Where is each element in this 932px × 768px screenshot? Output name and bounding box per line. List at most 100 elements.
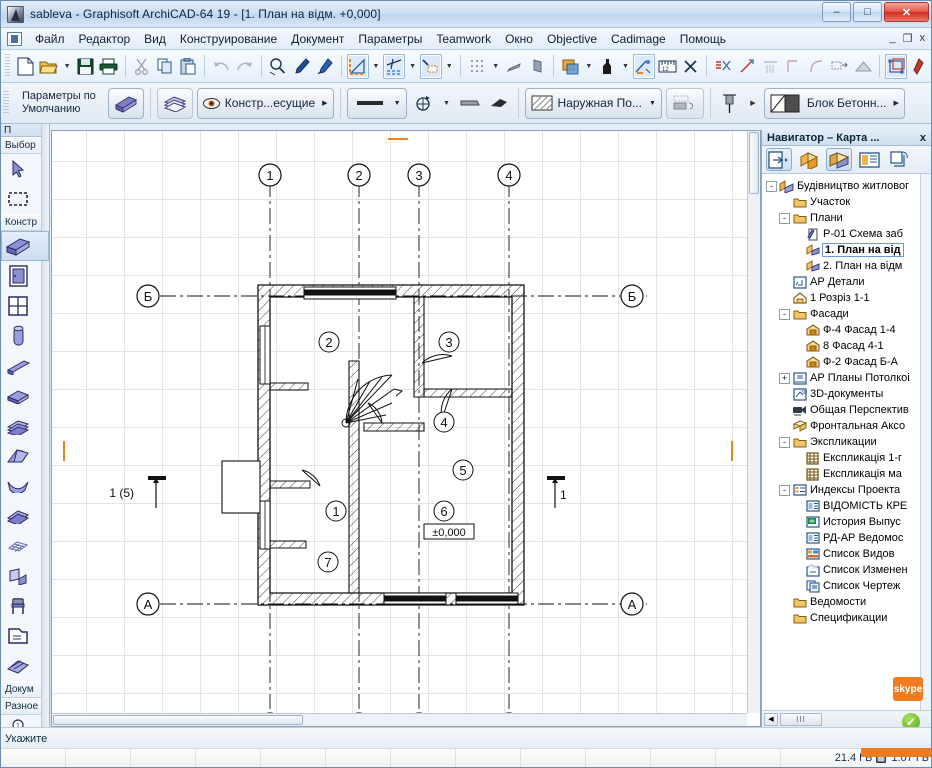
layers-icon[interactable]	[559, 54, 581, 79]
navigator-hscroll-left-arrow[interactable]: ◀	[764, 712, 778, 726]
layout-book-icon[interactable]	[856, 148, 882, 171]
profile-icon-button[interactable]	[665, 87, 704, 119]
magic-wand-dropdown-arrow[interactable]: ▼	[443, 54, 455, 79]
navigator-tree-item[interactable]: + АР Планы Потолкоі	[766, 370, 931, 386]
navigator-tree-item[interactable]: 1 Розріз 1-1	[766, 290, 931, 306]
tool-morph[interactable]	[1, 501, 49, 531]
mesh-points-icon[interactable]	[466, 54, 488, 79]
doc-restore-button[interactable]: ❐	[903, 32, 913, 45]
navigator-options-icon[interactable]	[766, 148, 792, 171]
tool-object[interactable]	[1, 591, 49, 621]
navigator-tree-item[interactable]: - Экспликации	[766, 434, 931, 450]
inject-parameters-icon[interactable]	[313, 54, 335, 79]
navigator-tree-item[interactable]: Ф-4 Фасад 1-4	[766, 322, 931, 338]
navigator-tree-item[interactable]: 1. План на від	[766, 242, 931, 258]
adjust-icon[interactable]	[759, 54, 781, 79]
split-icon[interactable]	[736, 54, 758, 79]
doc-close-button[interactable]: x	[920, 32, 926, 45]
tool-column[interactable]	[1, 321, 49, 351]
menu-item-file[interactable]: Файл	[28, 30, 72, 48]
menu-item-options[interactable]: Параметры	[351, 30, 429, 48]
navigator-tree-item[interactable]: Спецификации	[766, 610, 931, 626]
layer-selector-button[interactable]: Констр...есущие ▶	[196, 87, 334, 119]
renovation-filter-icon[interactable]	[632, 53, 655, 79]
pen-set-icon[interactable]	[596, 54, 618, 79]
navigator-tree-item[interactable]: Експликація 1-г	[766, 450, 931, 466]
menu-item-window[interactable]: Окно	[498, 30, 540, 48]
menu-item-teamwork[interactable]: Teamwork	[429, 30, 498, 48]
floor-plan-canvas[interactable]: 1 2 3 4 1 2 3 4 Б А Б А	[51, 130, 761, 727]
tool-marquee[interactable]	[1, 184, 49, 214]
composite-selector-button[interactable]: Блок Бетонн... ▶	[763, 87, 905, 119]
tool-stair[interactable]	[1, 411, 49, 441]
project-map-icon[interactable]	[796, 148, 822, 171]
skype-icon[interactable]: skype	[893, 677, 923, 701]
close-button[interactable]: ✕	[884, 2, 929, 22]
navigator-close-icon[interactable]: x	[920, 132, 926, 144]
navigator-tree-item[interactable]: Список Изменен	[766, 562, 931, 578]
tool-arrow[interactable]	[1, 154, 49, 184]
redo-icon[interactable]	[234, 54, 256, 79]
menu-item-cadimage[interactable]: Cadimage	[604, 30, 673, 48]
copy-icon[interactable]	[154, 54, 176, 79]
minimize-button[interactable]: –	[822, 2, 851, 22]
magic-wand-icon[interactable]	[419, 53, 443, 79]
tool-mesh[interactable]	[1, 531, 49, 561]
reference-line-icon[interactable]	[717, 91, 742, 116]
trapezoid-wall-icon[interactable]	[458, 91, 483, 116]
solid-icon[interactable]	[526, 54, 548, 79]
tool-beam[interactable]	[1, 351, 49, 381]
mesh-dropdown-arrow[interactable]: ▼	[490, 54, 502, 79]
canvas-vscroll-thumb[interactable]	[749, 132, 759, 194]
new-file-icon[interactable]	[14, 54, 36, 79]
navigator-tree-item[interactable]: 8 Фасад 4-1	[766, 338, 931, 354]
navigator-tree-item[interactable]: Фронтальная Аксо	[766, 418, 931, 434]
navigator-tree-item[interactable]: - Фасади	[766, 306, 931, 322]
pen-dropdown-arrow[interactable]: ▼	[619, 54, 631, 79]
composite-dropdown-arrow[interactable]: ▶	[894, 99, 899, 107]
doc-minimize-button[interactable]: _	[890, 32, 896, 45]
tool-roof[interactable]	[1, 441, 49, 471]
scale-icon[interactable]: 12	[656, 54, 678, 79]
layer-icon-button[interactable]	[156, 87, 193, 119]
drafting-dropdown-arrow[interactable]: ▼	[370, 54, 382, 79]
roof-icon[interactable]	[852, 54, 874, 79]
surface-dropdown-arrow[interactable]: ▼	[649, 100, 656, 107]
print-icon[interactable]	[97, 54, 119, 79]
tree-expander-icon[interactable]: -	[779, 436, 790, 448]
find-select-icon[interactable]	[267, 54, 289, 79]
undo-icon[interactable]	[210, 54, 232, 79]
navigator-tree-item[interactable]: Ведомости	[766, 594, 931, 610]
navigator-tree-item[interactable]: РД-АР Ведомос	[766, 530, 931, 546]
guide-lines-icon[interactable]	[383, 53, 406, 79]
geometry-dropdown-arrow[interactable]: ▼	[394, 100, 401, 107]
tree-expander-icon[interactable]: +	[779, 372, 790, 384]
menu-item-view[interactable]: Вид	[137, 30, 173, 48]
tool-shell[interactable]	[1, 471, 49, 501]
navigator-tree[interactable]: - Будівництво житловог Участок - Плани Р-01 С…	[762, 174, 931, 710]
canvas-hscroll-thumb[interactable]	[53, 715, 303, 725]
intersect-icon[interactable]	[782, 54, 804, 79]
toolbar-grip[interactable]	[5, 54, 11, 78]
pick-up-parameters-icon[interactable]	[290, 54, 312, 79]
navigator-tree-item[interactable]: Список Чертеж	[766, 578, 931, 594]
polygon-wall-icon[interactable]	[487, 91, 512, 116]
rotate-dropdown-arrow[interactable]: ▼	[440, 91, 454, 116]
marquee-3d-icon[interactable]	[885, 53, 908, 79]
surface-selector-button[interactable]: Наружная По... ▼	[524, 87, 662, 119]
navigator-tree-item[interactable]: АР Детали	[766, 274, 931, 290]
navigator-tree-item[interactable]: Р-01 Схема заб	[766, 226, 931, 242]
maximize-button[interactable]: □	[853, 2, 882, 22]
guide-dropdown-arrow[interactable]: ▼	[406, 54, 418, 79]
tool-wall[interactable]	[1, 231, 49, 261]
menu-item-design[interactable]: Конструирование	[173, 30, 284, 48]
save-icon[interactable]	[74, 54, 96, 79]
navigator-hscroll-thumb[interactable]: III	[780, 712, 822, 726]
navigator-tree-item[interactable]: Список Видов	[766, 546, 931, 562]
tool-window[interactable]	[1, 291, 49, 321]
paste-icon[interactable]	[177, 54, 199, 79]
cut-icon[interactable]	[131, 54, 153, 79]
menu-item-document[interactable]: Документ	[284, 30, 351, 48]
tree-expander-icon[interactable]: -	[766, 180, 777, 192]
tool-curtain-wall[interactable]	[1, 561, 49, 591]
